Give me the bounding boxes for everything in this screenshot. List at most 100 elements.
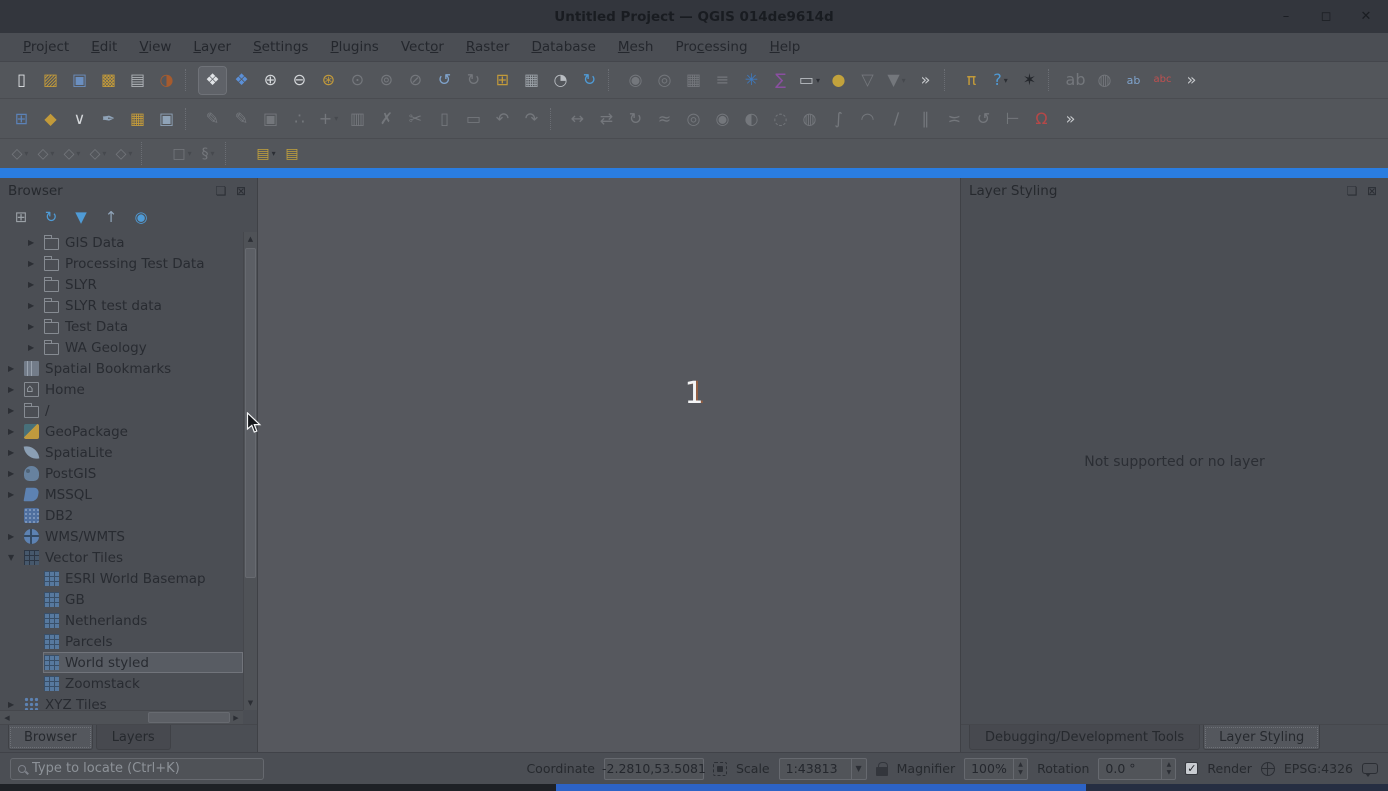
new-geopackage-layer-icon[interactable]: ◆ — [37, 105, 64, 132]
horizontal-scrollbar[interactable]: ◀ ▶ — [0, 710, 243, 724]
expand-arrow-icon[interactable]: ▶ — [8, 469, 23, 478]
tree-item-slyr[interactable]: ▶ SLYR — [0, 274, 243, 295]
menu-view[interactable]: View — [128, 36, 182, 58]
diagram-options-icon[interactable]: ◍ — [1091, 67, 1118, 94]
tab-browser[interactable]: Browser — [8, 725, 93, 750]
enable-snapping-icon[interactable]: Ω — [1028, 105, 1055, 132]
zoom-native-icon[interactable]: ⊘ — [402, 67, 429, 94]
lock-scale-icon[interactable] — [876, 767, 888, 776]
locator-box[interactable] — [10, 758, 264, 780]
open-project-icon[interactable]: ▨ — [37, 67, 64, 94]
toggle-editing-icon[interactable]: ✎ — [228, 105, 255, 132]
show-statistics-icon[interactable]: ∑ — [767, 67, 794, 94]
menu-raster[interactable]: Raster — [455, 36, 521, 58]
crs-label[interactable]: EPSG:4326 — [1284, 761, 1353, 776]
python-console-icon[interactable]: π — [958, 67, 985, 94]
collapse-all-icon[interactable]: ↑ — [102, 208, 120, 226]
tree-item-mssql[interactable]: ▶ MSSQL — [0, 484, 243, 505]
expand-arrow-icon[interactable]: ▶ — [28, 280, 43, 289]
pin-labels-icon[interactable]: ◇▾ — [8, 142, 32, 165]
refresh-map-icon[interactable]: ↻ — [576, 67, 603, 94]
map-tips-icon[interactable]: ● — [825, 67, 852, 94]
rotate-feature-icon[interactable]: ↻ — [622, 105, 649, 132]
identify-features-icon[interactable]: ◉ — [622, 67, 649, 94]
add-selected-layers-icon[interactable]: ⊞ — [12, 208, 30, 226]
label-toolbar-ab-icon[interactable]: ab — [1120, 67, 1147, 94]
data-source-manager-icon[interactable]: ⊞ — [8, 105, 35, 132]
coordinate-input[interactable]: -2.2810,53.5081 — [604, 758, 704, 780]
copy-features-icon[interactable]: ▯ — [431, 105, 458, 132]
zoom-to-layer-icon[interactable]: ⊚ — [373, 67, 400, 94]
expand-arrow-icon[interactable]: ▶ — [8, 406, 23, 415]
change-label-properties-icon[interactable]: ◇▾ — [112, 142, 136, 165]
chevron-down-icon[interactable]: ▼ — [851, 759, 866, 779]
tree-item-netherlands[interactable]: Netherlands — [0, 610, 243, 631]
project-properties-icon[interactable]: ▤ — [124, 67, 151, 94]
toolbar-overflow-icon[interactable]: » — [912, 67, 939, 94]
move-label-icon[interactable]: ◇▾ — [60, 142, 84, 165]
temporal-controller-icon[interactable]: ◔ — [547, 67, 574, 94]
show-spatial-bookmarks-icon[interactable]: ▼▾ — [883, 67, 910, 94]
tree-item-spatial-bookmarks[interactable]: ▶ Spatial Bookmarks — [0, 358, 243, 379]
menu-settings[interactable]: Settings — [242, 36, 319, 58]
tree-item-geopackage[interactable]: ▶ GeoPackage — [0, 421, 243, 442]
zoom-next-icon[interactable]: ↻ — [460, 67, 487, 94]
expand-arrow-icon[interactable]: ▶ — [28, 301, 43, 310]
refresh-browser-icon[interactable]: ↻ — [42, 208, 60, 226]
save-project-as-icon[interactable]: ▩ — [95, 67, 122, 94]
first-aid-debug-icon[interactable]: ✶ — [1016, 67, 1043, 94]
tree-item-spatialite[interactable]: ▶ SpatiaLite — [0, 442, 243, 463]
scroll-left-icon[interactable]: ◀ — [0, 711, 14, 724]
tree-item-gis-data[interactable]: ▶ GIS Data — [0, 232, 243, 253]
merge-features-icon[interactable]: ≍ — [941, 105, 968, 132]
simplify-feature-icon[interactable]: ≈ — [651, 105, 678, 132]
menu-edit[interactable]: Edit — [80, 36, 128, 58]
tree-item-zoomstack[interactable]: Zoomstack — [0, 673, 243, 694]
pan-map-icon[interactable]: ❖ — [199, 67, 226, 94]
tree-item-db2[interactable]: DB2 — [0, 505, 243, 526]
expand-arrow-icon[interactable]: ▶ — [28, 343, 43, 352]
pan-to-selection-icon[interactable]: ❖ — [228, 67, 255, 94]
delete-part-icon[interactable]: ◍ — [796, 105, 823, 132]
fill-ring-icon[interactable]: ◐ — [738, 105, 765, 132]
browser-close-icon[interactable]: ⊠ — [233, 183, 249, 199]
toolbar-button[interactable] — [1048, 69, 1057, 91]
new-spatial-bookmark-icon[interactable]: ▽ — [854, 67, 881, 94]
expand-arrow-icon[interactable]: ▶ — [28, 322, 43, 331]
menu-vector[interactable]: Vector — [390, 36, 455, 58]
scale-combo[interactable]: 1:43813 ▼ — [779, 758, 867, 780]
offset-curve-icon[interactable]: ◠ — [854, 105, 881, 132]
styling-close-icon[interactable]: ⊠ — [1364, 183, 1380, 199]
toolbar-button[interactable] — [608, 69, 617, 91]
tree-item-esri-world-basemap[interactable]: ESRI World Basemap — [0, 568, 243, 589]
zoom-in-icon[interactable]: ⊕ — [257, 67, 284, 94]
tree-item-parcels[interactable]: Parcels — [0, 631, 243, 652]
trim-extend-icon[interactable]: ⊢ — [999, 105, 1026, 132]
help-contents-icon[interactable]: ?▾ — [987, 67, 1014, 94]
split-features-icon[interactable]: ∕ — [883, 105, 910, 132]
toolbar-button[interactable] — [225, 142, 249, 165]
rotate-label-icon[interactable]: ◇▾ — [86, 142, 110, 165]
menu-help[interactable]: Help — [759, 36, 812, 58]
menu-project[interactable]: Project — [12, 36, 80, 58]
expand-arrow-icon[interactable]: ▶ — [8, 532, 23, 541]
tree-item-home[interactable]: ▶ Home — [0, 379, 243, 400]
measure-icon[interactable]: ▭▾ — [796, 67, 823, 94]
new-map-view-icon[interactable]: ⊞ — [489, 67, 516, 94]
run-feature-action-icon[interactable]: ◎ — [651, 67, 678, 94]
magnifier-spinbox[interactable]: 100% ▲▼ — [964, 758, 1028, 780]
reshape-features-icon[interactable]: ∫ — [825, 105, 852, 132]
select-by-expression-icon[interactable]: §▾ — [196, 142, 220, 165]
expand-arrow-icon[interactable]: ▶ — [28, 238, 43, 247]
expand-arrow-icon[interactable]: ▶ — [8, 385, 23, 394]
paste-features-icon[interactable]: ▭ — [460, 105, 487, 132]
tab-layers[interactable]: Layers — [96, 725, 171, 750]
tree-item-slyr-test-data[interactable]: ▶ SLYR test data — [0, 295, 243, 316]
label-toolbar-abc-icon[interactable]: abc — [1149, 67, 1176, 94]
spin-arrows-icon[interactable]: ▲▼ — [1161, 759, 1175, 779]
scrollbar-thumb[interactable] — [148, 712, 230, 723]
copy-move-feature-icon[interactable]: ⇄ — [593, 105, 620, 132]
expand-arrow-icon[interactable]: ▶ — [8, 364, 23, 373]
spin-arrows-icon[interactable]: ▲▼ — [1013, 759, 1027, 779]
expand-arrow-icon[interactable]: ▼ — [8, 553, 23, 562]
